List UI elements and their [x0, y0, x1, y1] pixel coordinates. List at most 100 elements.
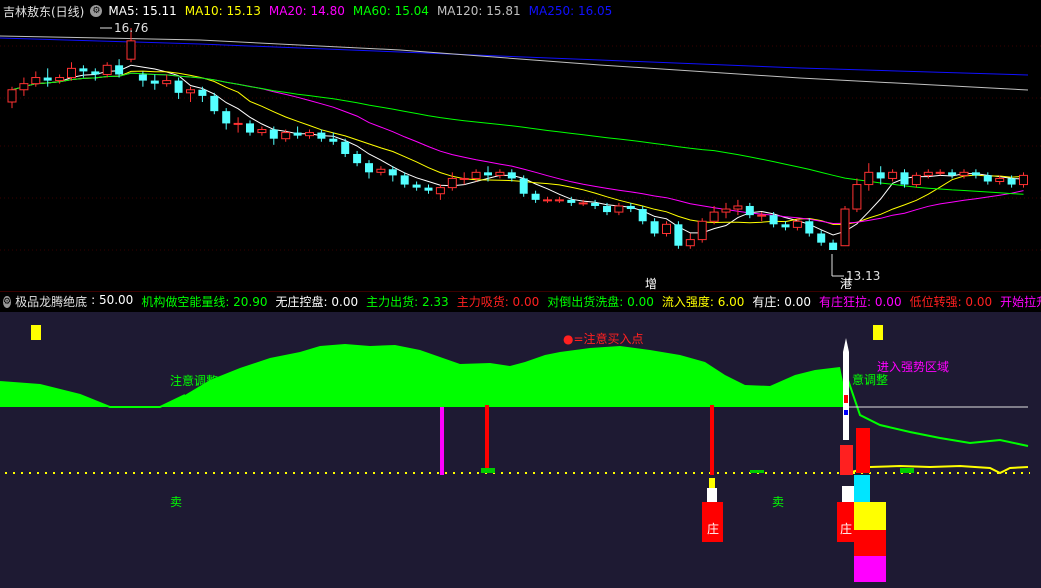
candle-body — [745, 205, 754, 216]
rocket-red-body — [840, 445, 853, 475]
white-block — [842, 486, 854, 502]
candle-body — [1007, 178, 1016, 185]
candle-body — [102, 64, 112, 75]
candle-body — [578, 202, 588, 205]
rocket-icon — [843, 338, 849, 440]
ma250-line — [0, 37, 1029, 76]
candle-body — [543, 199, 552, 202]
candle-body — [840, 208, 850, 247]
candle-body — [198, 89, 207, 96]
candle-body — [626, 205, 635, 210]
candle-body — [781, 224, 790, 228]
energy-green-area — [0, 344, 848, 407]
candle-body — [115, 65, 124, 75]
candle-body — [888, 171, 898, 179]
white-block — [707, 488, 717, 502]
candle-body — [329, 138, 338, 142]
candle-body — [817, 233, 826, 243]
green-blip — [750, 470, 764, 473]
candle-body — [447, 177, 457, 189]
candle-body — [484, 172, 492, 176]
yellow-block — [709, 478, 715, 488]
candle-body — [1019, 174, 1028, 186]
candle-body — [900, 172, 909, 185]
candle-body — [43, 77, 52, 81]
candle-body — [650, 221, 659, 234]
candle-body — [792, 220, 802, 228]
candle-body — [150, 80, 159, 84]
candle-body — [79, 68, 88, 72]
candle-body — [971, 172, 980, 176]
candle-body — [341, 141, 350, 154]
candle-body — [959, 171, 969, 176]
candle-body — [353, 153, 362, 164]
candle-body — [246, 123, 254, 133]
annotation-zhuang: 庄 — [707, 521, 719, 536]
candle-body — [769, 215, 778, 225]
moving-average-lines — [0, 35, 1029, 236]
candle-body — [995, 177, 1005, 183]
rocket-stripe — [844, 410, 848, 415]
price-high-label: 16.76 — [114, 21, 148, 35]
candle-body — [376, 168, 386, 173]
candle-body — [435, 187, 445, 195]
candle-body — [7, 89, 17, 103]
candle-body — [852, 184, 862, 210]
candle-body — [365, 163, 373, 173]
candle-body — [138, 74, 147, 81]
candle-body — [638, 209, 647, 222]
candle-body — [495, 171, 505, 176]
candle-body — [257, 129, 267, 134]
candle-body — [459, 177, 469, 180]
candle-body — [685, 239, 695, 247]
annotation-attention-buy: ●=注意买入点 — [563, 331, 644, 346]
signal-yellow-marker — [873, 325, 883, 340]
rocket-stripe — [844, 395, 848, 403]
candle-body — [674, 224, 683, 246]
candle-body — [67, 67, 76, 79]
energy-green-line-right — [847, 379, 1029, 447]
magenta-block — [854, 556, 886, 582]
candle-body — [697, 220, 707, 241]
candle-body — [733, 205, 743, 210]
cyan-block — [854, 475, 870, 502]
candle-body — [721, 208, 731, 213]
candle-body — [531, 193, 540, 200]
signal-yellow-marker — [31, 325, 41, 340]
green-blip — [481, 468, 495, 473]
candle-body — [662, 223, 671, 234]
candle-body — [614, 205, 624, 213]
candle-body — [91, 71, 100, 75]
ma10-line — [11, 70, 1024, 225]
red-bar — [710, 405, 714, 475]
yellow-indicator-line — [847, 464, 1029, 475]
candle-body — [948, 172, 957, 176]
candle-body — [471, 171, 481, 179]
candle-body — [317, 132, 326, 139]
indicator-drawing: 注意调整 ●=注意买入点 意调整 进入强势区域 卖 卖 庄 庄 — [0, 325, 1030, 582]
candle-body — [186, 89, 195, 94]
candle-body — [519, 178, 528, 194]
candle-body — [233, 122, 243, 125]
candle-body — [19, 83, 29, 91]
candle-body — [923, 171, 933, 176]
candle-body — [709, 211, 719, 222]
candle-body — [126, 40, 136, 60]
candle-body — [864, 171, 874, 186]
rocket-flame-bar — [856, 428, 870, 473]
annotation-zhuang: 庄 — [840, 521, 852, 536]
candle-body — [983, 175, 992, 182]
candle-body — [31, 77, 41, 85]
magenta-bar — [440, 407, 444, 475]
candle-body — [805, 221, 814, 234]
candle-body — [424, 187, 433, 191]
price-gridlines — [0, 45, 1041, 251]
candle-body — [412, 184, 421, 188]
annotation-sell: 卖 — [772, 495, 784, 509]
annotation-attention-adjust-2: 意调整 — [852, 372, 888, 387]
candle-body — [757, 214, 767, 217]
candle-body — [162, 80, 172, 85]
candle-body — [507, 172, 516, 179]
candle-body — [388, 169, 397, 176]
candle-body — [281, 132, 291, 140]
